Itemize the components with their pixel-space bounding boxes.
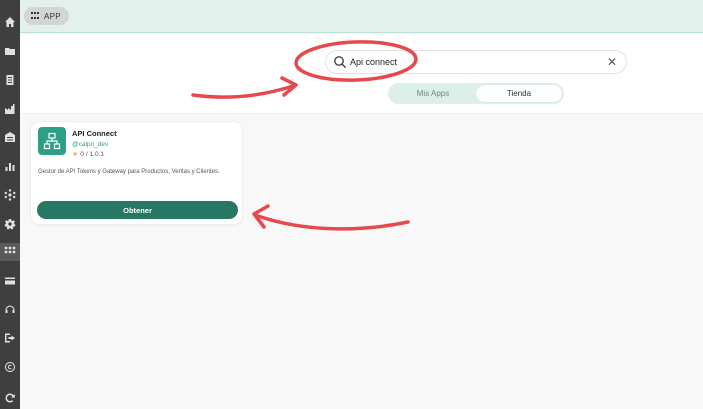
refresh-icon[interactable] bbox=[0, 389, 20, 407]
obtener-button[interactable]: Obtener bbox=[37, 201, 238, 219]
network-icon[interactable] bbox=[0, 186, 20, 204]
app-root: APP Api connect ✕ Mis Apps Tienda API Co… bbox=[0, 0, 703, 409]
bar-chart-icon[interactable] bbox=[0, 157, 20, 175]
app-title: API Connect bbox=[72, 129, 117, 138]
search-value[interactable]: Api connect bbox=[350, 57, 607, 67]
building-icon[interactable] bbox=[0, 128, 20, 146]
apps-icon[interactable] bbox=[0, 243, 20, 261]
factory-icon[interactable] bbox=[0, 100, 20, 118]
top-bar: APP bbox=[20, 0, 703, 33]
tab-mis-apps[interactable]: Mis Apps bbox=[390, 85, 476, 102]
copyright-icon[interactable] bbox=[0, 358, 20, 376]
app-card: API Connect @calpri_dev ★ 0 / 1.0.1 Gest… bbox=[30, 121, 243, 225]
app-rating: 0 bbox=[80, 150, 84, 158]
close-icon[interactable]: ✕ bbox=[607, 56, 617, 68]
tab-tienda[interactable]: Tienda bbox=[476, 85, 562, 102]
main-content: Api connect ✕ Mis Apps Tienda API Connec… bbox=[20, 34, 703, 409]
search-input[interactable]: Api connect ✕ bbox=[325, 50, 627, 74]
store-tabs: Mis Apps Tienda bbox=[388, 83, 564, 104]
sitemap-icon bbox=[43, 132, 61, 150]
home-icon[interactable] bbox=[0, 13, 20, 31]
folder-icon[interactable] bbox=[0, 42, 20, 60]
app-menu-button[interactable]: APP bbox=[24, 7, 69, 25]
document-icon[interactable] bbox=[0, 71, 20, 89]
star-icon: ★ bbox=[72, 151, 79, 158]
logout-icon[interactable] bbox=[0, 329, 20, 347]
headset-icon[interactable] bbox=[0, 301, 20, 319]
app-meta: ★ 0 / 1.0.1 bbox=[72, 150, 104, 159]
app-menu-label: APP bbox=[44, 11, 61, 21]
app-author[interactable]: @calpri_dev bbox=[72, 141, 108, 148]
app-logo bbox=[38, 127, 66, 155]
card-icon[interactable] bbox=[0, 272, 20, 290]
search-icon bbox=[334, 56, 347, 69]
store-header: Api connect ✕ Mis Apps Tienda bbox=[20, 34, 703, 114]
sidebar bbox=[0, 0, 20, 409]
app-description: Gestor de API Tokens y Gateway para Prod… bbox=[38, 169, 220, 175]
app-version: / 1.0.1 bbox=[85, 150, 104, 158]
gear-icon[interactable] bbox=[0, 215, 20, 233]
grid-icon bbox=[31, 12, 39, 20]
